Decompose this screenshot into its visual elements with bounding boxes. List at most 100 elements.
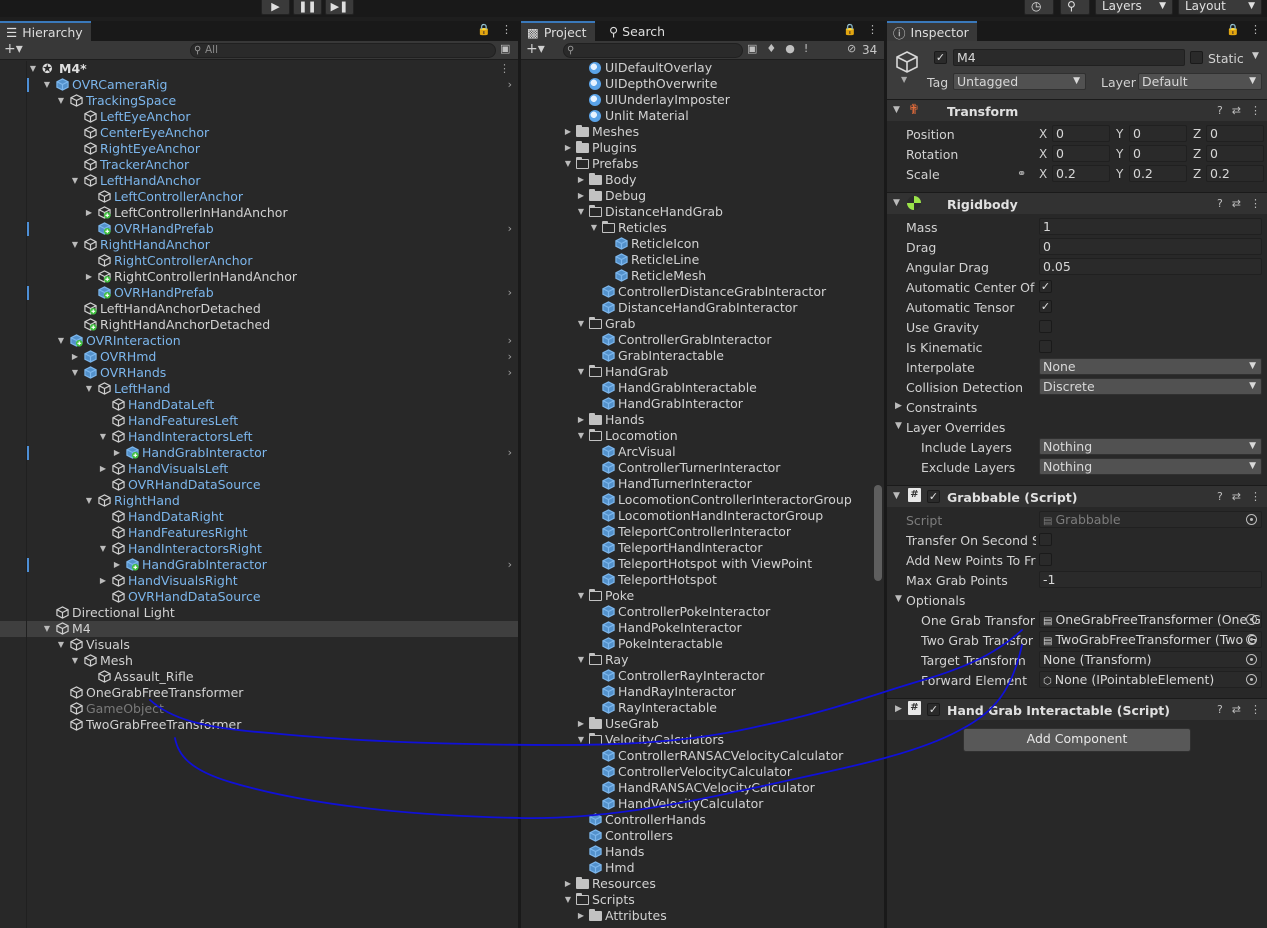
chevron-right-icon[interactable]: › <box>508 365 512 381</box>
chevron-down-icon[interactable]: ▼ <box>893 105 900 115</box>
chevron-right-icon[interactable]: ▶ <box>98 573 108 589</box>
project-row[interactable]: TeleportControllerInteractor <box>521 524 884 540</box>
chevron-right-icon[interactable]: ▶ <box>576 188 586 204</box>
hierarchy-row[interactable]: ▼ OVRHands › <box>0 365 518 381</box>
use-gravity-checkbox[interactable] <box>1039 320 1052 333</box>
project-row[interactable]: Unlit Material <box>521 108 884 124</box>
search-by-label-icon[interactable]: ♦ <box>766 42 785 55</box>
help-icon[interactable]: ? <box>1217 490 1223 503</box>
add-new-points-checkbox[interactable] <box>1039 553 1052 566</box>
project-row[interactable]: PokeInteractable <box>521 636 884 652</box>
chevron-down-icon[interactable]: ▼ <box>1252 51 1259 61</box>
project-row[interactable]: HandRayInteractor <box>521 684 884 700</box>
project-row[interactable]: ▼ Grab <box>521 316 884 332</box>
chevron-down-icon[interactable]: ▼ <box>576 588 586 604</box>
project-row[interactable]: ReticleLine <box>521 252 884 268</box>
hierarchy-row[interactable]: ▶ HandGrabInteractor › <box>0 557 518 573</box>
project-row[interactable]: ▼ HandGrab <box>521 364 884 380</box>
project-row[interactable]: ControllerGrabInteractor <box>521 332 884 348</box>
hierarchy-row[interactable]: TrackerAnchor <box>0 157 518 173</box>
transfer-on-second-select-checkbox[interactable] <box>1039 533 1052 546</box>
transform-rotation-z-field[interactable]: 0 <box>1206 145 1264 162</box>
hierarchy-row[interactable]: ▶ HandVisualsLeft <box>0 461 518 477</box>
hierarchy-row[interactable]: ▼ OVRCameraRig › <box>0 77 518 93</box>
chevron-down-icon[interactable]: ▼ <box>70 653 80 669</box>
chevron-right-icon[interactable]: ▶ <box>576 172 586 188</box>
chevron-down-icon[interactable]: ▼ <box>563 156 573 172</box>
hierarchy-row[interactable]: LeftControllerAnchor <box>0 189 518 205</box>
auto-tensor-checkbox[interactable]: ✓ <box>1039 300 1052 313</box>
hierarchy-row[interactable]: OVRHandDataSource <box>0 589 518 605</box>
object-picker-icon[interactable] <box>1246 674 1257 685</box>
object-picker-icon[interactable] <box>1246 614 1257 625</box>
tab-search[interactable]: ⚲ Search <box>603 21 673 41</box>
chevron-right-icon[interactable]: › <box>508 285 512 301</box>
transform-header[interactable]: ▼ ✟ Transform ? ⇄ ⋮ <box>887 99 1267 121</box>
chevron-down-icon[interactable]: ▼ <box>895 421 902 431</box>
pause-button[interactable]: ❚❚ <box>293 0 322 15</box>
project-row[interactable]: HandGrabInteractor <box>521 396 884 412</box>
preset-icon[interactable]: ⇄ <box>1232 104 1241 117</box>
transform-scale-z-field[interactable]: 0.2 <box>1206 165 1264 182</box>
hierarchy-row[interactable]: Assault_Rifle <box>0 669 518 685</box>
tab-inspector[interactable]: ⓘ Inspector <box>887 21 977 41</box>
project-row[interactable]: TeleportHandInteractor <box>521 540 884 556</box>
interpolate-dropdown[interactable]: None ▼ <box>1039 358 1262 375</box>
chevron-right-icon[interactable]: › <box>508 445 512 461</box>
search-by-type-icon[interactable]: ▣ <box>747 42 766 55</box>
history-button[interactable]: ◷ <box>1024 0 1054 15</box>
chevron-right-icon[interactable]: ▶ <box>895 704 902 714</box>
transform-position-y-field[interactable]: 0 <box>1129 125 1187 142</box>
layout-dropdown[interactable]: Layout ▼ <box>1178 0 1262 15</box>
play-button[interactable]: ▶ <box>261 0 290 15</box>
one-grab-transformer-object-field[interactable]: ▤ OneGrabFreeTransformer (One Gr <box>1039 611 1262 628</box>
search-button[interactable]: ⚲ <box>1060 0 1090 15</box>
project-row[interactable]: HandGrabInteractable <box>521 380 884 396</box>
hand-grab-enabled-checkbox[interactable]: ✓ <box>927 703 940 716</box>
project-row[interactable]: ReticleIcon <box>521 236 884 252</box>
chevron-down-icon[interactable]: ▼ <box>98 541 108 557</box>
scene-view-icon[interactable]: ▣ <box>500 42 510 55</box>
project-scrollbar[interactable] <box>874 485 882 581</box>
chevron-down-icon[interactable]: ▼ <box>901 75 907 84</box>
chevron-down-icon[interactable]: ▼ <box>70 365 80 381</box>
chevron-down-icon[interactable]: ▼ <box>28 61 38 77</box>
hierarchy-row[interactable]: ▶ HandGrabInteractor › <box>0 445 518 461</box>
object-picker-icon[interactable] <box>1246 654 1257 665</box>
hidden-packages-icon[interactable]: ⊘ <box>847 42 856 55</box>
add-button[interactable]: +▾ <box>4 41 23 57</box>
hierarchy-row[interactable]: ▶ RightControllerInHandAnchor <box>0 269 518 285</box>
tag-icon[interactable]: ● <box>785 42 804 55</box>
hierarchy-row[interactable]: LeftEyeAnchor <box>0 109 518 125</box>
project-row[interactable]: ControllerRayInteractor <box>521 668 884 684</box>
hierarchy-row[interactable]: ▼ TrackingSpace <box>0 93 518 109</box>
chevron-down-icon[interactable]: ▼ <box>84 493 94 509</box>
project-row[interactable]: ArcVisual <box>521 444 884 460</box>
two-grab-transformer-object-field[interactable]: ▤ TwoGrabFreeTransformer (Two G <box>1039 631 1262 648</box>
collision-detection-dropdown[interactable]: Discrete ▼ <box>1039 378 1262 395</box>
lock-icon[interactable]: 🔒 <box>1226 23 1240 36</box>
chevron-down-icon[interactable]: ▼ <box>70 173 80 189</box>
menu-icon[interactable]: ⋮ <box>499 61 510 77</box>
menu-icon[interactable]: ⋮ <box>501 23 512 36</box>
hierarchy-row[interactable]: RightHandAnchorDetached <box>0 317 518 333</box>
project-row[interactable]: ▼ Reticles <box>521 220 884 236</box>
project-row[interactable]: ControllerVelocityCalculator <box>521 764 884 780</box>
project-row[interactable]: ▼ Ray <box>521 652 884 668</box>
chevron-right-icon[interactable]: ▶ <box>112 445 122 461</box>
chevron-down-icon[interactable]: ▼ <box>56 93 66 109</box>
active-checkbox[interactable]: ✓ <box>934 51 947 64</box>
link-icon[interactable]: ⚭ <box>1017 167 1026 180</box>
hierarchy-row[interactable]: Directional Light <box>0 605 518 621</box>
chevron-down-icon[interactable]: ▼ <box>895 594 902 604</box>
project-row[interactable]: ControllerPokeInteractor <box>521 604 884 620</box>
hierarchy-row[interactable]: RightControllerAnchor <box>0 253 518 269</box>
hierarchy-row[interactable]: ▶ OVRHmd › <box>0 349 518 365</box>
help-icon[interactable]: ? <box>1217 703 1223 716</box>
project-row[interactable]: ▼ VelocityCalculators <box>521 732 884 748</box>
hierarchy-row[interactable]: ▶ LeftControllerInHandAnchor <box>0 205 518 221</box>
project-row[interactable]: ▼ Prefabs <box>521 156 884 172</box>
chevron-right-icon[interactable]: ▶ <box>563 124 573 140</box>
project-row[interactable]: ▶ Hands <box>521 412 884 428</box>
chevron-right-icon[interactable]: ▶ <box>576 908 586 924</box>
